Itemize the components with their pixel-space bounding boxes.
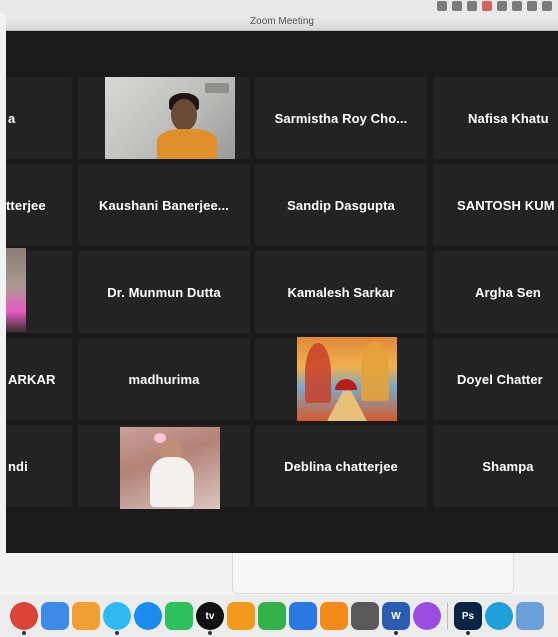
participant-name: SANTOSH KUM [457, 197, 555, 213]
video-detail [305, 343, 331, 403]
desktop-area: tv W Ps [0, 553, 558, 637]
app-store-icon[interactable] [134, 602, 162, 630]
dock-shelf [232, 553, 514, 594]
dock-app-glyph: W [391, 610, 401, 622]
participant-name: ARKAR [8, 371, 56, 387]
video-detail [150, 457, 194, 507]
status-icon[interactable] [497, 1, 507, 11]
photoshop-icon[interactable]: Ps [454, 602, 482, 635]
running-indicator [466, 631, 470, 635]
trash-icon[interactable] [516, 602, 544, 630]
participant-tile[interactable]: Doyel Chatter [433, 338, 558, 420]
keynote-icon[interactable] [289, 602, 317, 630]
participant-tile[interactable]: Argha Sen [433, 251, 558, 333]
participant-tile[interactable]: madhurima [78, 338, 250, 420]
status-icon[interactable] [542, 1, 552, 11]
window-title: Zoom Meeting [6, 14, 558, 31]
participant-video [105, 77, 235, 159]
dock: tv W Ps [0, 595, 558, 637]
running-indicator [115, 631, 119, 635]
participant-video [6, 248, 26, 332]
status-icon[interactable] [452, 1, 462, 11]
gallery-view: a Sarmistha Roy Cho... Nafisa Khatu tterjee… [6, 31, 558, 553]
participant-tile[interactable]: ndi [6, 425, 72, 507]
participant-tile[interactable]: SANTOSH KUM [433, 164, 558, 246]
apple-tv-icon[interactable]: tv [196, 602, 224, 635]
status-icon[interactable] [482, 1, 492, 11]
word-icon[interactable]: W [382, 602, 410, 635]
participant-name: Kamalesh Sarkar [287, 284, 395, 300]
participant-name: Nafisa Khatu [468, 110, 549, 126]
pages-icon[interactable] [227, 602, 255, 630]
participant-tile[interactable]: a [6, 77, 72, 159]
participant-tile[interactable]: Nafisa Khatu [433, 77, 558, 159]
participant-tile[interactable]: Kamalesh Sarkar [255, 251, 427, 333]
participant-name: Deblina chatterjee [284, 458, 398, 474]
finder-icon[interactable] [41, 602, 69, 630]
participant-name: Shampa [482, 458, 534, 474]
participant-name: tterjee [6, 197, 46, 213]
video-detail [205, 83, 229, 93]
participant-name: a [8, 110, 16, 126]
running-indicator [22, 631, 26, 635]
status-icon[interactable] [437, 1, 447, 11]
books-icon[interactable] [320, 602, 348, 630]
messages-icon[interactable] [103, 602, 131, 635]
participant-tile[interactable]: Dr. Munmun Dutta [78, 251, 250, 333]
numbers-icon[interactable] [258, 602, 286, 630]
participant-tile[interactable]: ARKAR [6, 338, 72, 420]
status-icon[interactable] [467, 1, 477, 11]
screenshot-icon[interactable] [351, 602, 379, 630]
chrome-icon[interactable] [10, 602, 38, 635]
participant-tile[interactable]: Kaushani Banerjee... [78, 164, 250, 246]
participant-name: ndi [8, 458, 28, 474]
dock-app-glyph: tv [205, 610, 215, 622]
participant-name: Dr. Munmun Dutta [107, 284, 221, 300]
video-detail [335, 379, 357, 390]
participant-name: madhurima [128, 371, 200, 387]
status-icon[interactable] [512, 1, 522, 11]
running-indicator [394, 631, 398, 635]
facetime-icon[interactable] [165, 602, 193, 630]
participant-tile[interactable]: tterjee [6, 164, 72, 246]
mac-menubar [0, 0, 558, 14]
participant-name: Sandip Dasgupta [287, 197, 395, 213]
dock-separator [447, 602, 448, 630]
circle-app-icon[interactable] [485, 602, 513, 630]
video-detail [171, 99, 197, 131]
participant-name: Argha Sen [475, 284, 541, 300]
participant-tile[interactable]: Shampa [433, 425, 558, 507]
photos-icon[interactable] [72, 602, 100, 630]
participant-tile[interactable]: Sarmistha Roy Cho... [255, 77, 427, 159]
participant-name: Doyel Chatter [457, 371, 543, 387]
participant-video [297, 337, 397, 421]
menubar-status-icons [437, 1, 552, 11]
dock-app-glyph: Ps [461, 610, 475, 622]
participant-name: Kaushani Banerjee... [99, 197, 229, 213]
participant-name: Sarmistha Roy Cho... [274, 110, 408, 126]
video-detail [361, 341, 389, 401]
video-detail [157, 129, 217, 159]
running-indicator [208, 631, 212, 635]
participant-tile[interactable]: Sandip Dasgupta [255, 164, 427, 246]
participant-tile[interactable]: Deblina chatterjee [255, 425, 427, 507]
status-icon[interactable] [527, 1, 537, 11]
participant-video [120, 427, 220, 509]
podcasts-icon[interactable] [413, 602, 441, 630]
